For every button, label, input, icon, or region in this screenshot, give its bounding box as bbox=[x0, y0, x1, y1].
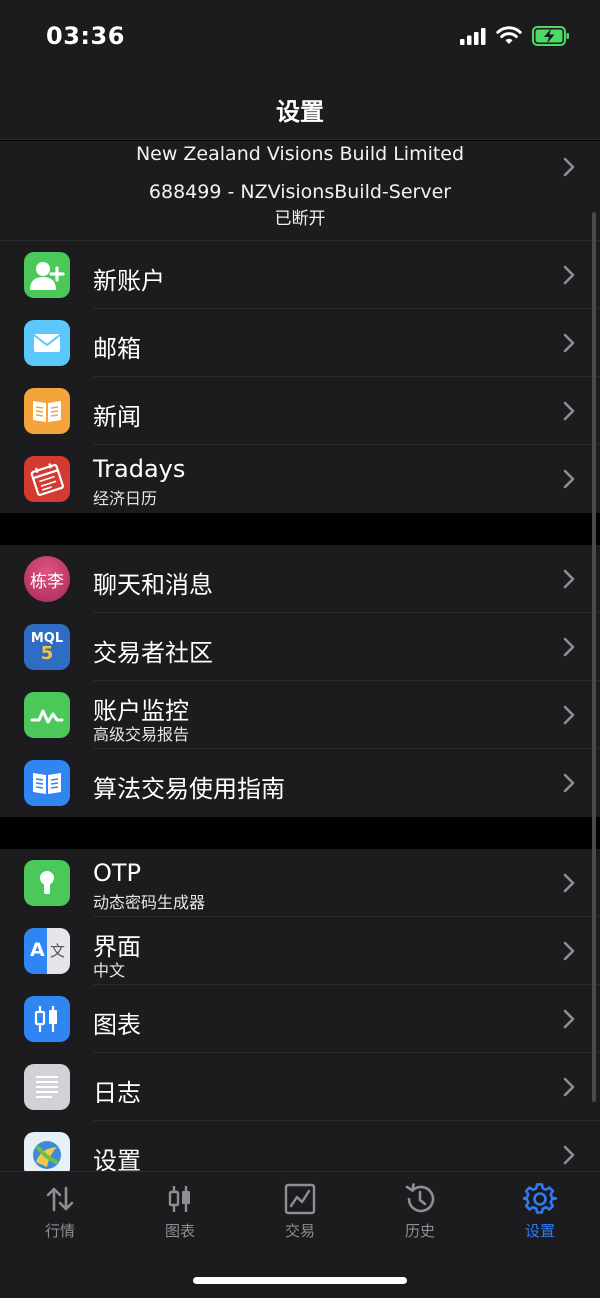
tab-history[interactable]: 历史 bbox=[360, 1182, 480, 1241]
broker-name: New Zealand Visions Build Limited bbox=[135, 143, 465, 165]
chevron-right-icon bbox=[563, 1077, 575, 1097]
wifi-icon bbox=[496, 26, 522, 44]
tradays-row[interactable]: Tradays 经济日历 bbox=[0, 445, 600, 513]
keyhole-icon bbox=[24, 860, 70, 906]
chevron-right-icon bbox=[563, 265, 575, 285]
account-server: 688499 - NZVisionsBuild-Server bbox=[148, 181, 452, 203]
row-label: 算法交易使用指南 bbox=[93, 775, 285, 803]
status-icons bbox=[460, 26, 570, 46]
tab-charts[interactable]: 图表 bbox=[120, 1182, 240, 1241]
tab-label: 行情 bbox=[44, 1222, 75, 1240]
trade-icon bbox=[284, 1183, 316, 1215]
traders-community-row[interactable]: MQL 5 交易者社区 bbox=[0, 613, 600, 681]
monitoring-icon bbox=[24, 692, 70, 738]
translate-icon: A 文 bbox=[24, 928, 70, 974]
account-monitoring-row[interactable]: 账户监控 高级交易报告 bbox=[0, 681, 600, 749]
status-time: 03:36 bbox=[46, 22, 125, 50]
page-title: 设置 bbox=[276, 98, 324, 126]
book-icon bbox=[24, 388, 70, 434]
settings-gear-icon bbox=[523, 1183, 557, 1214]
app-settings-group: OTP 动态密码生成器 A 文 界面 中文 图表 日志 设置 bbox=[0, 849, 600, 1171]
chevron-right-icon bbox=[563, 569, 575, 589]
settings-row[interactable]: 设置 bbox=[0, 1121, 600, 1171]
status-bar: 03:36 bbox=[0, 0, 600, 80]
quotes-icon bbox=[46, 1186, 74, 1212]
tab-trade[interactable]: 交易 bbox=[240, 1182, 360, 1241]
algo-trading-guide-row[interactable]: 算法交易使用指南 bbox=[0, 749, 600, 817]
row-sublabel: 高级交易报告 bbox=[93, 725, 190, 744]
news-row[interactable]: 新闻 bbox=[0, 377, 600, 445]
interface-language-row[interactable]: A 文 界面 中文 bbox=[0, 917, 600, 985]
tab-quotes[interactable]: 行情 bbox=[0, 1182, 120, 1241]
home-indicator bbox=[193, 1277, 407, 1284]
tab-label: 历史 bbox=[404, 1222, 435, 1240]
metatrader-icon bbox=[24, 1132, 70, 1171]
row-label: 邮箱 bbox=[93, 335, 141, 363]
accounts-group: 新账户 邮箱 新闻 Tradays 经济日历 bbox=[0, 241, 600, 513]
history-icon bbox=[405, 1183, 435, 1213]
chevron-right-icon bbox=[563, 333, 575, 353]
new-account-row[interactable]: 新账户 bbox=[0, 241, 600, 309]
chevron-right-icon bbox=[563, 1145, 575, 1165]
row-label: OTP bbox=[93, 859, 142, 887]
navigation-bar: 设置 bbox=[0, 80, 600, 140]
chevron-right-icon bbox=[563, 1009, 575, 1029]
chevron-right-icon bbox=[563, 941, 575, 961]
chat-messages-row[interactable]: 栋李 聊天和消息 bbox=[0, 545, 600, 613]
avatar: 栋李 bbox=[24, 556, 70, 602]
chevron-right-icon bbox=[563, 705, 575, 725]
row-label: Tradays bbox=[93, 455, 186, 483]
calendar-icon bbox=[24, 456, 70, 502]
avatar-text: 栋李 bbox=[30, 571, 64, 592]
connection-status: 已断开 bbox=[274, 209, 326, 229]
row-label: 交易者社区 bbox=[93, 639, 213, 667]
journal-icon bbox=[24, 1064, 70, 1110]
add-user-icon bbox=[24, 252, 70, 298]
journal-row[interactable]: 日志 bbox=[0, 1053, 600, 1121]
row-sublabel: 动态密码生成器 bbox=[93, 893, 206, 912]
tab-settings[interactable]: 设置 bbox=[480, 1182, 600, 1241]
mql5-icon: MQL 5 bbox=[24, 624, 70, 670]
guide-book-icon bbox=[24, 760, 70, 806]
tab-label: 图表 bbox=[164, 1222, 195, 1240]
row-label: 新闻 bbox=[93, 403, 141, 431]
mail-icon bbox=[24, 320, 70, 366]
row-label: 聊天和消息 bbox=[93, 571, 213, 599]
tab-label: 设置 bbox=[524, 1222, 555, 1240]
battery-charging-icon bbox=[532, 26, 569, 46]
charts-settings-row[interactable]: 图表 bbox=[0, 985, 600, 1053]
charts-icon bbox=[168, 1186, 190, 1212]
row-label: 日志 bbox=[93, 1079, 141, 1107]
otp-row[interactable]: OTP 动态密码生成器 bbox=[0, 849, 600, 917]
candlestick-icon bbox=[24, 996, 70, 1042]
tab-label: 交易 bbox=[284, 1222, 315, 1240]
account-info-row[interactable]: New Zealand Visions Build Limited 688499… bbox=[0, 141, 600, 241]
cellular-signal-icon bbox=[460, 28, 486, 45]
chevron-right-icon bbox=[563, 773, 575, 793]
chevron-right-icon bbox=[563, 637, 575, 657]
chevron-right-icon bbox=[563, 157, 575, 177]
community-group: 栋李 聊天和消息 MQL 5 交易者社区 账户监控 高级交易报告 算法交易使用指… bbox=[0, 545, 600, 817]
row-label: 图表 bbox=[93, 1011, 141, 1039]
row-label: 新账户 bbox=[93, 267, 165, 295]
row-sublabel: 中文 bbox=[93, 961, 126, 980]
row-sublabel: 经济日历 bbox=[93, 489, 158, 508]
chevron-right-icon bbox=[563, 469, 575, 489]
mailbox-row[interactable]: 邮箱 bbox=[0, 309, 600, 377]
chevron-right-icon bbox=[563, 401, 575, 421]
chevron-right-icon bbox=[563, 873, 575, 893]
row-label: 设置 bbox=[93, 1147, 141, 1171]
settings-list[interactable]: New Zealand Visions Build Limited 688499… bbox=[0, 141, 600, 1171]
scrollbar[interactable] bbox=[592, 212, 596, 1102]
